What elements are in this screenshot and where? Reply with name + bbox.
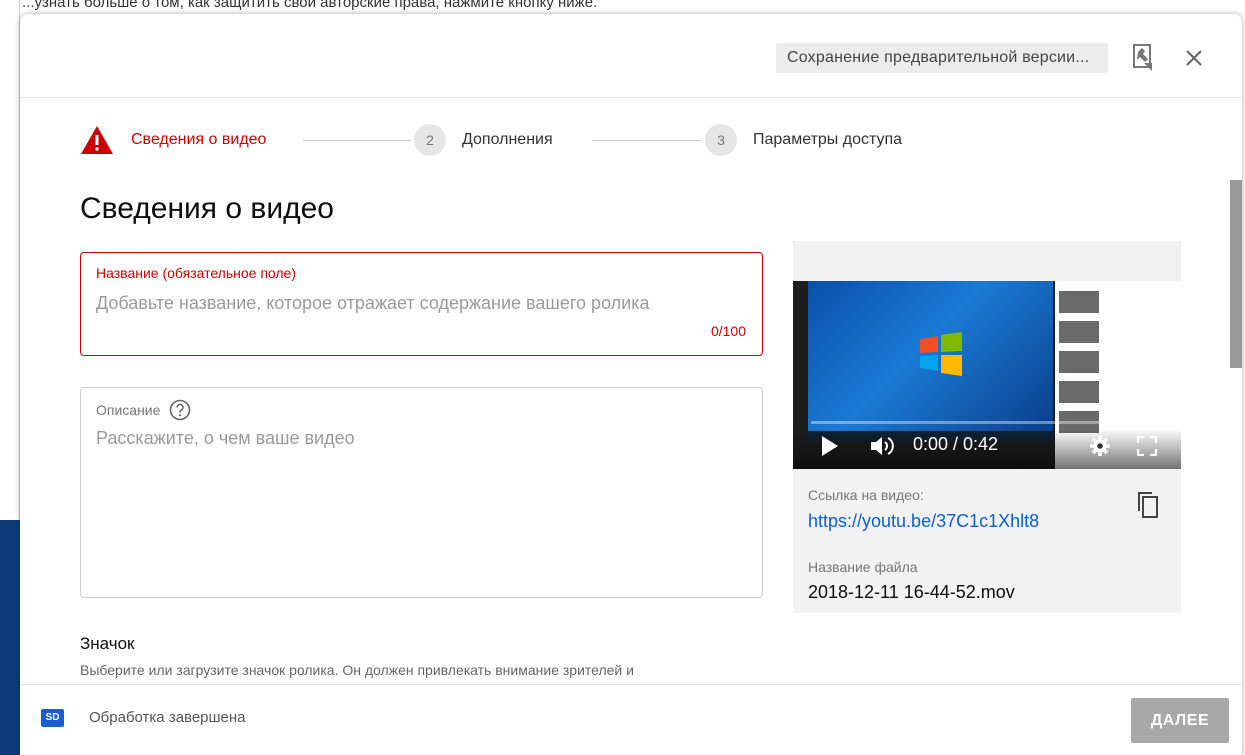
- background-notice-text: ...узнать больше о том, как защитить сво…: [22, 0, 598, 11]
- close-icon[interactable]: [1182, 46, 1206, 70]
- video-frame-thumb: [1059, 321, 1099, 343]
- background-left-panel: [0, 520, 20, 755]
- step-visibility[interactable]: 3 Параметры доступа: [705, 120, 902, 160]
- processing-status: Обработка завершена: [89, 709, 246, 726]
- description-label-row: Описание: [96, 399, 191, 421]
- step-extras[interactable]: 2 Дополнения: [414, 120, 553, 160]
- file-name-value: 2018-12-11 16-44-52.mov: [808, 582, 1015, 602]
- step-number: 2: [414, 124, 446, 156]
- description-input[interactable]: [96, 428, 736, 578]
- thumbnail-heading: Значок: [80, 634, 135, 653]
- step-label: Параметры доступа: [753, 131, 903, 148]
- video-time-display: 0:00 / 0:42: [913, 434, 999, 454]
- volume-icon[interactable]: [869, 434, 895, 458]
- sd-quality-badge: SD: [41, 709, 64, 727]
- title-field[interactable]: Название (обязательное поле) 0/100: [80, 252, 763, 356]
- thumbnail-description: Выберите или загрузите значок ролика. Он…: [80, 662, 634, 678]
- step-video-details[interactable]: Сведения о видео: [80, 120, 266, 160]
- scrollbar-thumb[interactable]: [1230, 180, 1242, 368]
- title-char-counter: 0/100: [710, 323, 746, 339]
- step-connector: [303, 140, 411, 141]
- title-input[interactable]: [96, 293, 736, 314]
- video-preview-card: 0:00 / 0:42 Ссылка на видео: https://you…: [793, 241, 1181, 613]
- video-link-label: Ссылка на видео:: [808, 487, 924, 503]
- video-progress-bar[interactable]: [811, 421, 1163, 424]
- fullscreen-icon[interactable]: [1137, 436, 1157, 456]
- copy-icon[interactable]: [1137, 491, 1159, 519]
- video-link[interactable]: https://youtu.be/37C1c1Xhlt8: [808, 511, 1039, 532]
- file-name-label: Название файла: [808, 559, 918, 575]
- video-frame-desktop: [808, 281, 1053, 431]
- video-player[interactable]: 0:00 / 0:42: [793, 241, 1181, 469]
- warning-icon: [81, 126, 113, 154]
- description-field-label: Описание: [96, 402, 161, 418]
- description-field[interactable]: Описание: [80, 387, 763, 598]
- step-label: Дополнения: [462, 131, 553, 148]
- video-frame-thumb: [1059, 351, 1099, 373]
- video-frame-thumb: [1059, 381, 1099, 403]
- next-button[interactable]: ДАЛЕЕ: [1131, 698, 1229, 743]
- help-icon[interactable]: [169, 399, 191, 421]
- gear-icon[interactable]: [1089, 435, 1111, 457]
- upload-dialog: Сохранение предварительной версии... Све…: [20, 14, 1242, 755]
- dialog-header: Сохранение предварительной версии...: [20, 14, 1242, 98]
- title-field-label: Название (обязательное поле): [96, 265, 296, 281]
- video-frame-browser-bar: [793, 241, 1181, 281]
- video-frame-thumb: [1059, 291, 1099, 313]
- play-icon[interactable]: [821, 435, 839, 457]
- save-status-chip: Сохранение предварительной версии...: [776, 43, 1108, 73]
- feedback-icon[interactable]: [1130, 43, 1158, 73]
- page-title: Сведения о видео: [80, 192, 334, 225]
- upload-stepper: Сведения о видео 2 Дополнения 3 Параметр…: [80, 120, 980, 160]
- step-label: Сведения о видео: [131, 131, 267, 148]
- step-number: 3: [705, 124, 737, 156]
- step-connector: [592, 140, 702, 141]
- dialog-footer: SD Обработка завершена ДАЛЕЕ: [20, 684, 1242, 755]
- windows-logo-icon: [920, 332, 962, 376]
